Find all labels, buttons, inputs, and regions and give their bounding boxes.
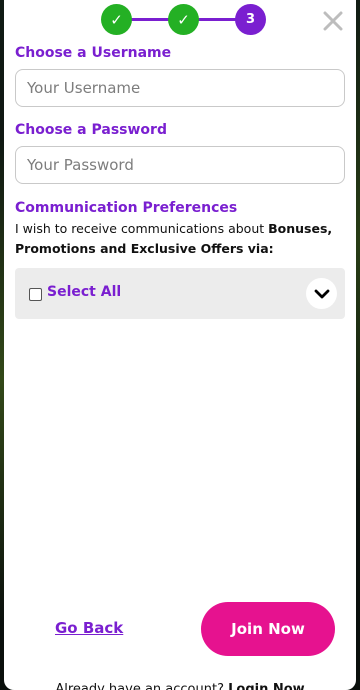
select-all-label[interactable]: Select All: [47, 284, 121, 300]
expand-preferences-button[interactable]: [306, 278, 337, 309]
login-prompt-text: Already have an account?: [55, 682, 229, 690]
step-3-current: 3: [235, 4, 266, 35]
login-now-link[interactable]: Login Now: [228, 682, 305, 690]
communication-description-text: I wish to receive communications about: [15, 221, 269, 236]
username-input[interactable]: [15, 69, 345, 107]
password-label: Choose a Password: [15, 122, 167, 138]
go-back-link[interactable]: Go Back: [55, 619, 123, 637]
login-prompt: Already have an account? Login Now: [4, 682, 356, 690]
chevron-down-icon: [314, 289, 329, 298]
username-label: Choose a Username: [15, 45, 172, 61]
select-all-panel[interactable]: Select All: [15, 268, 345, 319]
close-button[interactable]: [320, 8, 346, 34]
communication-preferences-heading: Communication Preferences: [15, 200, 238, 216]
join-now-button[interactable]: Join Now: [201, 602, 335, 656]
progress-stepper: ✓ ✓ 3: [101, 4, 267, 36]
password-input[interactable]: [15, 146, 345, 184]
select-all-checkbox[interactable]: [29, 288, 42, 301]
signup-modal: ✓ ✓ 3 Choose a Username Choose a Passwor…: [4, 0, 356, 690]
close-icon: [323, 11, 343, 31]
step-1-complete-icon: ✓: [101, 4, 132, 35]
communication-description: I wish to receive communications about B…: [15, 219, 350, 259]
step-2-complete-icon: ✓: [168, 4, 199, 35]
